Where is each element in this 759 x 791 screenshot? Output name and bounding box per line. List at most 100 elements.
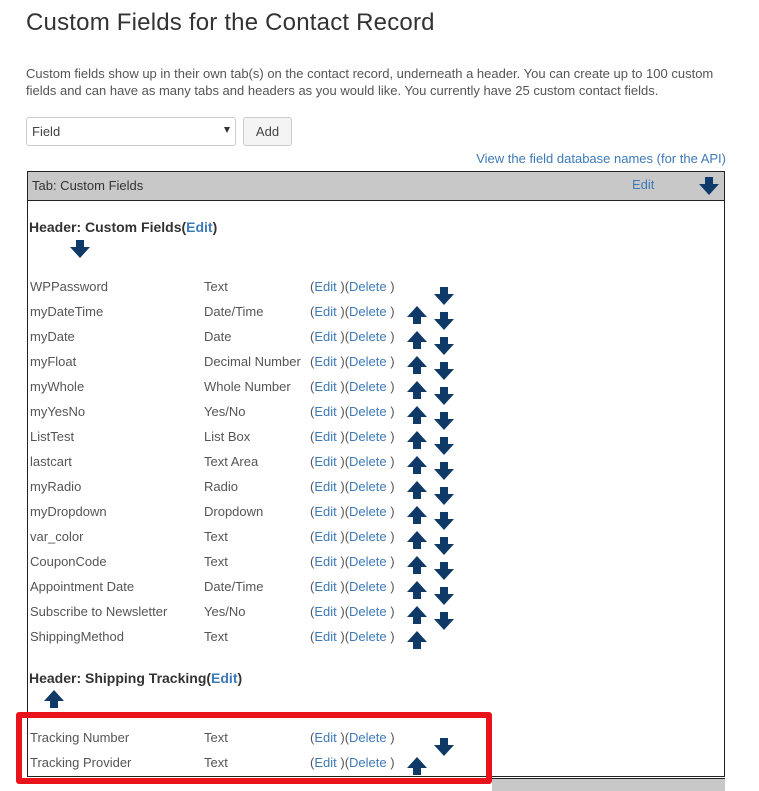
field-edit-link[interactable]: Edit bbox=[314, 279, 336, 294]
field-edit-link[interactable]: Edit bbox=[314, 579, 336, 594]
field-delete-link[interactable]: Delete bbox=[349, 329, 387, 344]
arrow-up-icon[interactable] bbox=[407, 506, 427, 524]
field-type-select[interactable]: Field bbox=[26, 117, 236, 146]
arrow-up-icon[interactable] bbox=[407, 606, 427, 624]
field-row: ListTest List Box (Edit )(Delete ) bbox=[28, 429, 724, 455]
arrow-down-icon[interactable] bbox=[434, 612, 454, 630]
field-edit-link[interactable]: Edit bbox=[314, 429, 336, 444]
field-delete-link[interactable]: Delete bbox=[349, 629, 387, 644]
arrow-up-icon[interactable] bbox=[407, 356, 427, 374]
arrow-up-icon[interactable] bbox=[407, 556, 427, 574]
field-row: Tracking Number Text (Edit )(Delete ) bbox=[28, 730, 724, 756]
arrow-down-icon[interactable] bbox=[434, 537, 454, 555]
arrow-down-icon[interactable] bbox=[434, 287, 454, 305]
arrow-down-icon[interactable] bbox=[434, 487, 454, 505]
field-edit-link[interactable]: Edit bbox=[314, 454, 336, 469]
arrow-up-icon[interactable] bbox=[407, 581, 427, 599]
field-delete-link[interactable]: Delete bbox=[349, 479, 387, 494]
field-delete-link[interactable]: Delete bbox=[349, 504, 387, 519]
field-actions: (Edit )(Delete ) bbox=[310, 279, 395, 294]
header-custom-fields: Header: Custom Fields(Edit) bbox=[29, 219, 218, 235]
arrow-up-icon[interactable] bbox=[44, 690, 64, 708]
arrow-up-icon[interactable] bbox=[407, 306, 427, 324]
field-type-select-value: Field bbox=[32, 124, 61, 139]
arrow-down-icon[interactable] bbox=[434, 387, 454, 405]
field-delete-link[interactable]: Delete bbox=[349, 755, 387, 770]
field-edit-link[interactable]: Edit bbox=[314, 504, 336, 519]
arrow-down-icon[interactable] bbox=[699, 177, 719, 195]
field-delete-link[interactable]: Delete bbox=[349, 404, 387, 419]
arrow-up-icon[interactable] bbox=[407, 331, 427, 349]
field-delete-link[interactable]: Delete bbox=[349, 379, 387, 394]
field-delete-link[interactable]: Delete bbox=[349, 579, 387, 594]
field-edit-link[interactable]: Edit bbox=[314, 604, 336, 619]
arrow-down-icon[interactable] bbox=[434, 512, 454, 530]
arrow-down-icon[interactable] bbox=[434, 738, 454, 756]
field-edit-link[interactable]: Edit bbox=[314, 755, 336, 770]
field-row: ShippingMethod Text (Edit )(Delete ) bbox=[28, 629, 724, 654]
field-edit-link[interactable]: Edit bbox=[314, 479, 336, 494]
arrow-down-icon[interactable] bbox=[434, 437, 454, 455]
arrow-up-icon[interactable] bbox=[407, 631, 427, 649]
arrow-up-icon[interactable] bbox=[407, 481, 427, 499]
field-type: Decimal Number bbox=[204, 354, 301, 369]
field-actions: (Edit )(Delete ) bbox=[310, 554, 395, 569]
field-row: myDate Date (Edit )(Delete ) bbox=[28, 329, 724, 355]
field-name: myRadio bbox=[30, 479, 82, 494]
arrow-down-icon[interactable] bbox=[434, 462, 454, 480]
add-button[interactable]: Add bbox=[243, 117, 292, 146]
field-delete-link[interactable]: Delete bbox=[349, 304, 387, 319]
arrow-down-icon[interactable] bbox=[70, 240, 90, 258]
field-row: myDropdown Dropdown (Edit )(Delete ) bbox=[28, 504, 724, 530]
field-delete-link[interactable]: Delete bbox=[349, 354, 387, 369]
field-type: Date bbox=[204, 329, 232, 344]
arrow-down-icon[interactable] bbox=[434, 312, 454, 330]
field-row: myDateTime Date/Time (Edit )(Delete ) bbox=[28, 304, 724, 330]
arrow-up-icon[interactable] bbox=[407, 431, 427, 449]
field-edit-link[interactable]: Edit bbox=[314, 529, 336, 544]
field-delete-link[interactable]: Delete bbox=[349, 730, 387, 745]
arrow-up-icon[interactable] bbox=[407, 531, 427, 549]
field-type: Yes/No bbox=[204, 404, 246, 419]
field-edit-link[interactable]: Edit bbox=[314, 354, 336, 369]
field-edit-link[interactable]: Edit bbox=[314, 629, 336, 644]
field-type: List Box bbox=[204, 429, 251, 444]
header-edit-link[interactable]: Edit bbox=[186, 219, 212, 235]
field-edit-link[interactable]: Edit bbox=[314, 304, 336, 319]
arrow-up-icon[interactable] bbox=[407, 757, 427, 775]
arrow-down-icon[interactable] bbox=[434, 412, 454, 430]
arrow-up-icon[interactable] bbox=[407, 381, 427, 399]
field-actions: (Edit )(Delete ) bbox=[310, 529, 395, 544]
field-type: Text bbox=[204, 755, 228, 770]
field-delete-link[interactable]: Delete bbox=[349, 279, 387, 294]
field-row: myFloat Decimal Number (Edit )(Delete ) bbox=[28, 354, 724, 380]
header-edit-link[interactable]: Edit bbox=[211, 670, 237, 686]
field-name: Tracking Number bbox=[30, 730, 130, 745]
arrow-down-icon[interactable] bbox=[434, 362, 454, 380]
field-actions: (Edit )(Delete ) bbox=[310, 730, 395, 745]
arrow-up-icon[interactable] bbox=[407, 406, 427, 424]
field-delete-link[interactable]: Delete bbox=[349, 604, 387, 619]
field-delete-link[interactable]: Delete bbox=[349, 529, 387, 544]
field-name: var_color bbox=[30, 529, 84, 544]
field-edit-link[interactable]: Edit bbox=[314, 730, 336, 745]
field-edit-link[interactable]: Edit bbox=[314, 379, 336, 394]
field-type: Date/Time bbox=[204, 579, 264, 594]
field-edit-link[interactable]: Edit bbox=[314, 329, 336, 344]
field-type: Date/Time bbox=[204, 304, 264, 319]
arrow-up-icon[interactable] bbox=[407, 456, 427, 474]
page-description: Custom fields show up in their own tab(s… bbox=[26, 66, 714, 98]
field-delete-link[interactable]: Delete bbox=[349, 554, 387, 569]
tab-edit-link[interactable]: Edit bbox=[632, 177, 654, 192]
arrow-down-icon[interactable] bbox=[434, 562, 454, 580]
arrow-down-icon[interactable] bbox=[434, 587, 454, 605]
field-delete-link[interactable]: Delete bbox=[349, 454, 387, 469]
field-delete-link[interactable]: Delete bbox=[349, 429, 387, 444]
field-edit-link[interactable]: Edit bbox=[314, 554, 336, 569]
field-name: lastcart bbox=[30, 454, 72, 469]
field-type: Yes/No bbox=[204, 604, 246, 619]
field-edit-link[interactable]: Edit bbox=[314, 404, 336, 419]
field-actions: (Edit )(Delete ) bbox=[310, 329, 395, 344]
arrow-down-icon[interactable] bbox=[434, 337, 454, 355]
api-field-names-link[interactable]: View the field database names (for the A… bbox=[476, 151, 726, 166]
